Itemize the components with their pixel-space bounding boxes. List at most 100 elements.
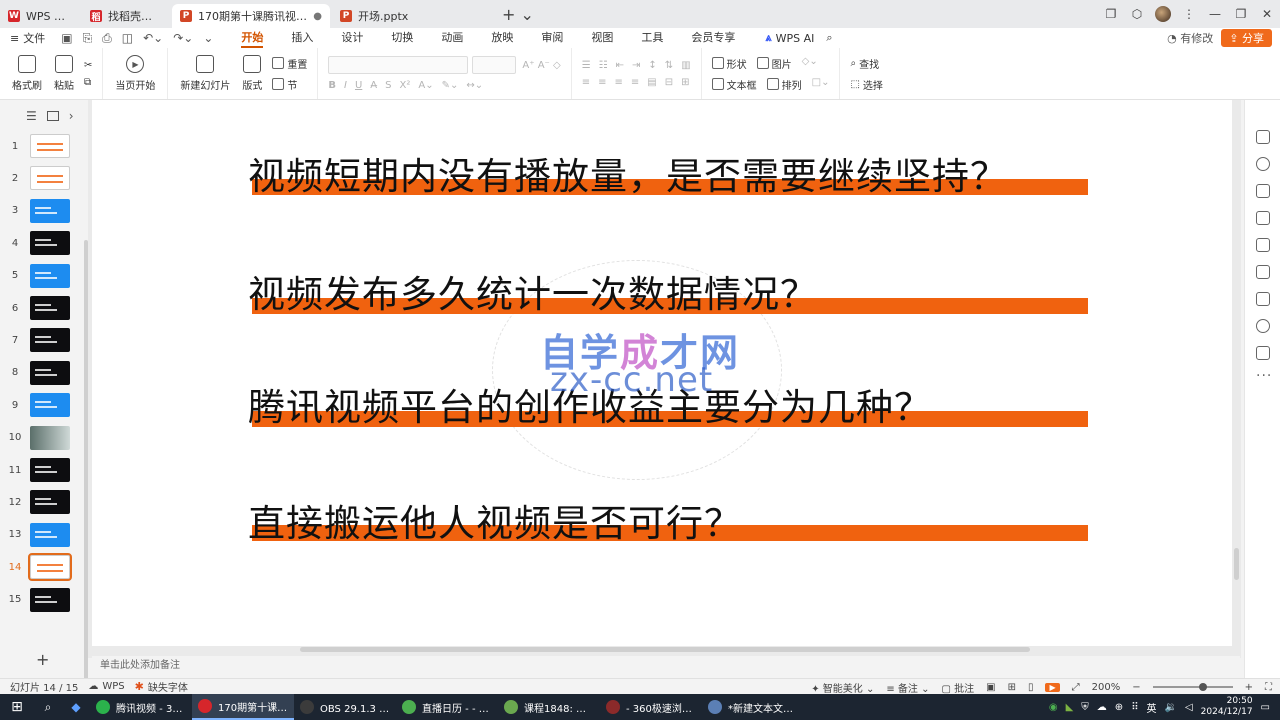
- taskbar-app-button[interactable]: 170期第十课腾讯...: [192, 694, 294, 720]
- slide-thumbnail-row[interactable]: 14: [0, 553, 88, 582]
- slide-view-icon[interactable]: [46, 111, 59, 121]
- format-painter-button[interactable]: 格式刷: [12, 55, 42, 92]
- wps-ai-button[interactable]: ⩓ WPS AI ⌕: [765, 31, 832, 45]
- restore-icon[interactable]: ❐: [1228, 0, 1254, 28]
- slide-thumbnail[interactable]: [30, 328, 70, 353]
- slide-thumbnail-row[interactable]: 2: [0, 165, 88, 191]
- tab-transition[interactable]: 切换: [377, 28, 427, 48]
- slide-thumbnail[interactable]: [30, 458, 70, 482]
- taskbar-app-button[interactable]: 直播日历 - - 360...: [396, 694, 498, 720]
- text-direction-icon[interactable]: ⇅: [665, 60, 673, 71]
- tab-design[interactable]: 设计: [327, 28, 377, 48]
- tray-dots-icon[interactable]: ⠿: [1131, 702, 1138, 713]
- tab-wps-office[interactable]: W WPS Office: [0, 4, 80, 28]
- print-icon[interactable]: ⎙: [102, 31, 112, 46]
- font-size-select[interactable]: [472, 56, 517, 74]
- qa-more-icon[interactable]: ⌄: [203, 31, 213, 45]
- tab-home[interactable]: 开始: [227, 28, 277, 48]
- new-slide-button[interactable]: 新建幻灯片: [180, 55, 230, 92]
- justify-icon[interactable]: ≡: [631, 77, 639, 88]
- horizontal-scrollbar[interactable]: [300, 647, 1030, 652]
- picture-button[interactable]: 图片: [756, 56, 792, 71]
- export-icon[interactable]: ⎘: [83, 31, 93, 46]
- taskbar-app-button[interactable]: 腾讯视频 - 360安...: [90, 694, 192, 720]
- align-right-icon[interactable]: ≡: [614, 77, 622, 88]
- slide-thumbnail[interactable]: [30, 360, 70, 385]
- tab-animation[interactable]: 动画: [427, 28, 477, 48]
- image-tools-icon[interactable]: [1256, 211, 1270, 225]
- play-from-current-button[interactable]: ▶ 当页开始: [115, 55, 155, 92]
- tab-insert[interactable]: 插入: [277, 28, 327, 48]
- notes-field[interactable]: 单击此处添加备注: [92, 656, 1240, 676]
- slide-thumbnail[interactable]: [30, 587, 70, 612]
- save-icon[interactable]: ▣: [61, 31, 72, 45]
- magic-tools-icon[interactable]: [1256, 238, 1270, 252]
- font-color-icon[interactable]: A⌄: [418, 80, 433, 91]
- slide-thumbnail-row[interactable]: 8: [0, 360, 88, 386]
- redo-icon[interactable]: ↷⌄: [173, 31, 193, 45]
- slide-thumbnail-row[interactable]: 3: [0, 198, 88, 224]
- question-4[interactable]: 直接搬运他人视频是否可行？: [248, 493, 742, 547]
- tab-template-store[interactable]: 稻 找稻壳模板: [82, 4, 170, 28]
- indent-decrease-icon[interactable]: ⇤: [616, 60, 624, 71]
- slide-thumbnail[interactable]: [30, 425, 70, 450]
- share-panel-icon[interactable]: [1256, 346, 1270, 360]
- taskbar-app-button[interactable]: 课程1848: 第十课...: [498, 694, 600, 720]
- slide-thumbnail-row[interactable]: 10: [0, 425, 88, 451]
- slide-thumbnail[interactable]: [30, 134, 70, 158]
- search-icon[interactable]: ⌕: [826, 31, 832, 45]
- share-button[interactable]: ⇪ 分享: [1221, 29, 1272, 47]
- outline-view-icon[interactable]: ☰: [26, 109, 37, 123]
- zoom-slider[interactable]: [1152, 683, 1233, 691]
- underline-icon[interactable]: U: [355, 80, 362, 91]
- slide-thumbnail[interactable]: [30, 393, 70, 418]
- copy-icon[interactable]: ⧉: [84, 77, 92, 88]
- tab-manager-icon[interactable]: ❐: [1098, 0, 1124, 28]
- slide-thumbnail-row[interactable]: 6: [0, 295, 88, 321]
- favorite-star-icon[interactable]: [1256, 157, 1270, 171]
- slide-thumbnail-row[interactable]: 1: [0, 133, 88, 159]
- slide-thumbnail-row[interactable]: 11: [0, 457, 88, 483]
- fullscreen-icon[interactable]: ⛶: [1265, 682, 1272, 693]
- slide-thumbnail[interactable]: [30, 490, 70, 515]
- tray-shield-icon[interactable]: ⛨: [1081, 702, 1089, 713]
- notification-icon[interactable]: ▭: [1261, 702, 1270, 713]
- zoom-out-icon[interactable]: −: [1132, 682, 1140, 693]
- tray-cloud-icon[interactable]: ☁: [1097, 702, 1107, 713]
- taskbar-app-button[interactable]: *新建文本文档 (2) ...: [702, 694, 804, 720]
- align-left-icon[interactable]: ≡: [582, 77, 590, 88]
- smart-art-icon[interactable]: ⊞: [681, 77, 689, 88]
- cut-icon[interactable]: ✂: [84, 60, 92, 71]
- tray-volume-muted-icon[interactable]: ◁: [1185, 702, 1193, 713]
- slide-thumbnail[interactable]: [30, 231, 70, 256]
- print-preview-icon[interactable]: ◫: [122, 31, 133, 45]
- font-grow-icon[interactable]: A⁺ A⁻ ◇: [522, 60, 560, 71]
- volume-icon[interactable]: 🔉: [1165, 702, 1177, 713]
- slide-thumbnail[interactable]: [30, 198, 70, 223]
- text-align-icon[interactable]: ⊟: [665, 77, 673, 88]
- tray-globe-icon[interactable]: ⊕: [1115, 702, 1123, 713]
- distribute-icon[interactable]: ▤: [647, 77, 656, 88]
- undo-icon[interactable]: ↶⌄: [143, 31, 163, 45]
- reading-view-icon[interactable]: ▯: [1028, 682, 1034, 693]
- slide-thumbnail[interactable]: [28, 553, 72, 582]
- section-button[interactable]: 节: [272, 77, 307, 92]
- more-tools-icon[interactable]: ···: [1256, 368, 1272, 384]
- modified-status-button[interactable]: ◔ 有修改: [1167, 30, 1213, 46]
- layout-button[interactable]: 版式: [242, 55, 262, 92]
- missing-font-button[interactable]: ✱ 缺失字体: [135, 679, 188, 694]
- slide-thumbnail[interactable]: [30, 296, 70, 320]
- more-icon[interactable]: ⋮: [1176, 0, 1202, 28]
- help-icon[interactable]: [1256, 319, 1270, 333]
- properties-icon[interactable]: [1256, 130, 1270, 144]
- close-window-icon[interactable]: ✕: [1254, 0, 1280, 28]
- slide-thumbnail[interactable]: [30, 263, 70, 288]
- line-spacing-icon[interactable]: ↕: [648, 60, 656, 71]
- slide-thumbnail-row[interactable]: 12: [0, 489, 88, 515]
- template-library-icon[interactable]: [1256, 265, 1270, 279]
- slide-thumbnail-row[interactable]: 9: [0, 392, 88, 418]
- find-button[interactable]: ⌕ 查找: [850, 56, 882, 71]
- columns-icon[interactable]: ▥: [681, 60, 690, 71]
- bullet-list-icon[interactable]: ☰: [582, 60, 591, 71]
- paste-button[interactable]: 粘贴: [54, 55, 74, 92]
